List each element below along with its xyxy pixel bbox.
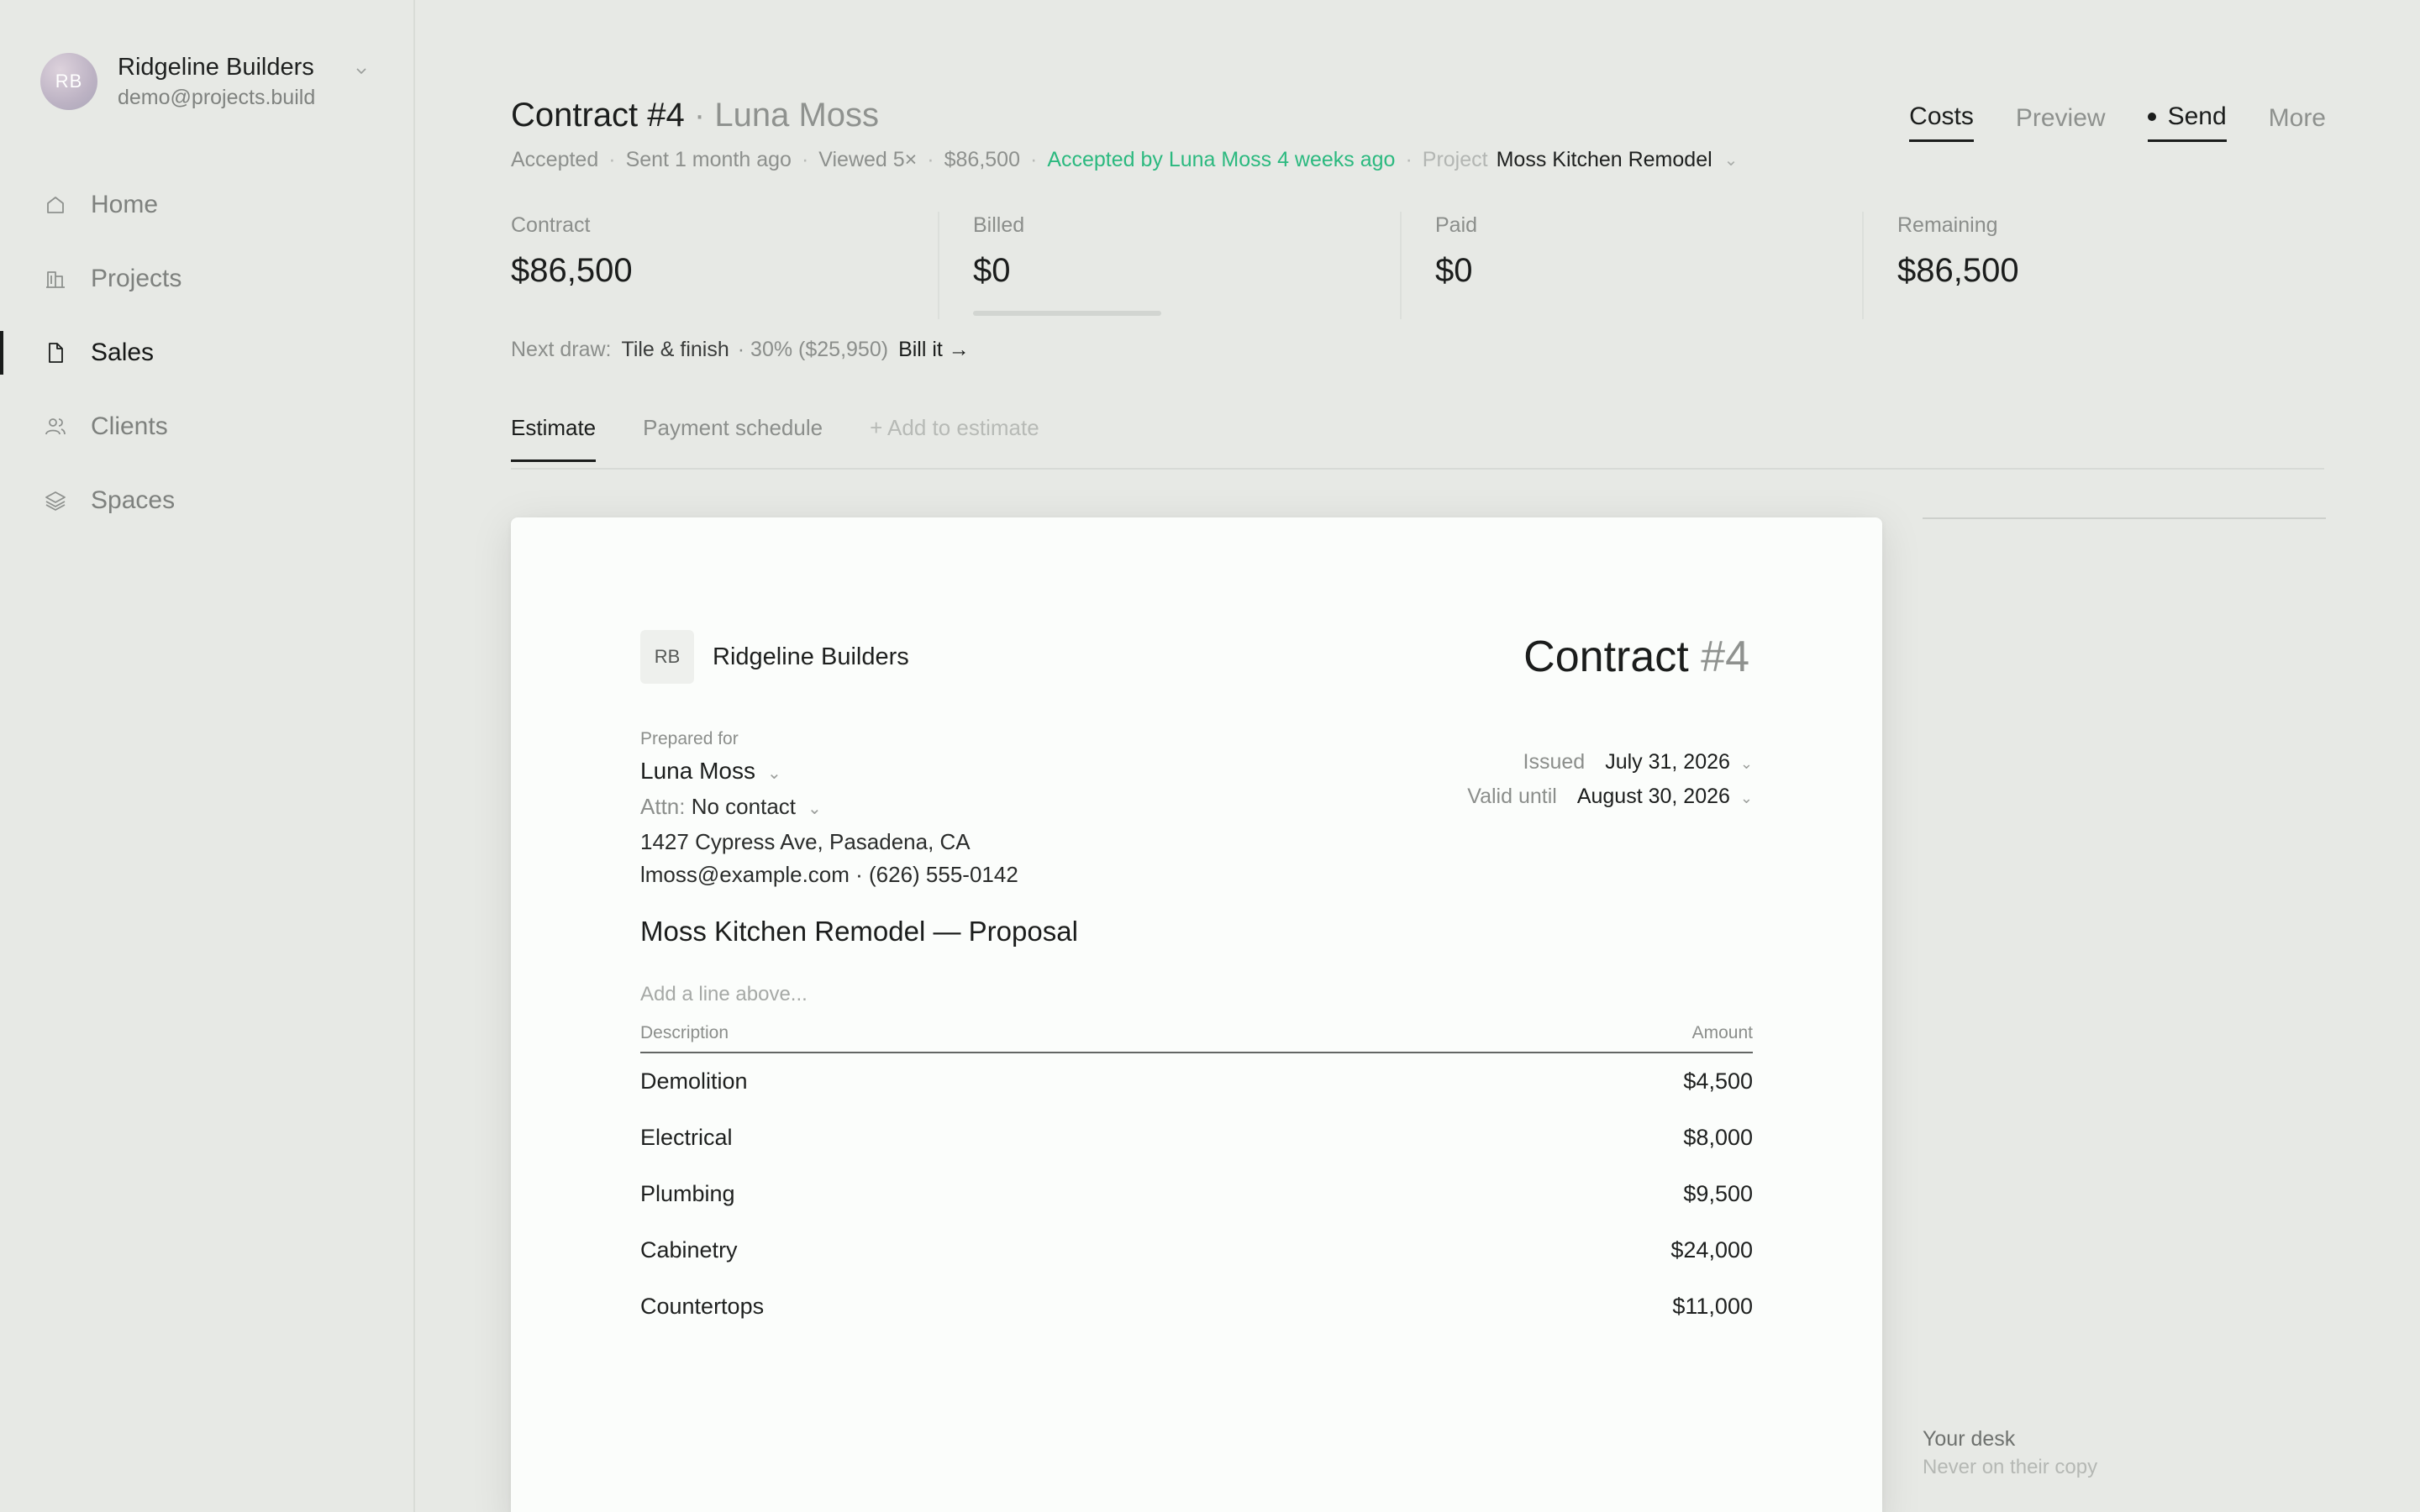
sidebar: RB Ridgeline Builders demo@projects.buil… xyxy=(0,0,415,1512)
more-button[interactable]: More xyxy=(2269,102,2326,142)
stat-remaining: Remaining $86,500 xyxy=(1862,212,2324,319)
company-logo: RB xyxy=(640,630,694,684)
table-row[interactable]: Cabinetry $24,000 xyxy=(640,1222,1753,1278)
sidebar-item-label: Home xyxy=(91,191,159,218)
account-email: demo@projects.build xyxy=(118,86,316,109)
sidebar-item-sales[interactable]: Sales xyxy=(0,316,413,390)
add-to-estimate-button[interactable]: + Add to estimate xyxy=(870,415,1039,462)
sent-info: Sent 1 month ago xyxy=(625,148,792,171)
tabs: Estimate Payment schedule + Add to estim… xyxy=(511,415,1086,462)
status-badge: Accepted xyxy=(511,148,599,171)
line-items-table: Description Amount Demolition $4,500 Ele… xyxy=(640,1023,1753,1335)
your-desk-panel: Your desk Never on their copy xyxy=(1923,1425,2097,1482)
contract-title: Contract #4 xyxy=(511,97,685,134)
sidebar-nav: Home Projects Sales Clients Spaces xyxy=(0,168,413,538)
next-draw-amount: · 30% ($25,950) xyxy=(737,338,889,361)
next-draw-phase: Tile & finish xyxy=(621,338,729,361)
desk-subtitle: Never on their copy xyxy=(1923,1456,2098,1478)
sidebar-item-label: Clients xyxy=(91,412,168,440)
contract-amount: $86,500 xyxy=(944,148,1020,171)
sidebar-item-label: Sales xyxy=(91,339,155,366)
tabs-divider xyxy=(511,468,2324,470)
account-name: Ridgeline Builders xyxy=(118,54,314,81)
attn-selector[interactable]: Attn: No contact ⌄ xyxy=(640,790,1018,826)
send-button[interactable]: Send xyxy=(2147,102,2227,142)
stats-row: Contract $86,500 Billed $0 Paid $0 Remai… xyxy=(511,212,2324,319)
chevron-down-icon: ⌄ xyxy=(766,764,781,783)
home-icon xyxy=(44,193,67,217)
client-address: 1427 Cypress Ave, Pasadena, CA xyxy=(640,829,971,854)
stat-billed: Billed $0 xyxy=(938,212,1400,319)
next-draw: Next draw: Tile & finish · 30% ($25,950)… xyxy=(511,338,970,362)
page-title: Contract #4 · Luna Moss xyxy=(511,94,879,136)
add-line-input[interactable]: Add a line above... xyxy=(640,983,808,1006)
chevron-down-icon: ⌄ xyxy=(1739,755,1753,772)
tab-payment-schedule[interactable]: Payment schedule xyxy=(643,415,823,462)
account-switcher[interactable]: RB Ridgeline Builders demo@projects.buil… xyxy=(40,52,366,111)
sidebar-item-label: Projects xyxy=(91,265,182,292)
company-name: Ridgeline Builders xyxy=(713,643,909,670)
header-actions: Costs Preview Send More xyxy=(1867,102,2326,142)
prepared-for-label: Prepared for xyxy=(640,729,739,748)
table-row[interactable]: Electrical $8,000 xyxy=(640,1110,1753,1166)
table-row[interactable]: Plumbing $9,500 xyxy=(640,1166,1753,1222)
prepared-for: Prepared for Luna Moss ⌄ Attn: No contact… xyxy=(640,727,1018,891)
table-row[interactable]: Countertops $11,000 xyxy=(640,1278,1753,1335)
tab-estimate[interactable]: Estimate xyxy=(511,415,597,462)
status-dot-icon xyxy=(2147,113,2156,121)
proposal-title[interactable]: Moss Kitchen Remodel — Proposal xyxy=(640,916,1078,948)
valid-until-date[interactable]: Valid until August 30, 2026 ⌄ xyxy=(1467,780,1753,815)
sidebar-item-label: Spaces xyxy=(91,486,176,514)
bill-it-link[interactable]: Bill it → xyxy=(898,338,970,362)
client-selector[interactable]: Luna Moss ⌄ xyxy=(640,754,1018,790)
costs-button[interactable]: Costs xyxy=(1909,102,1974,142)
desk-title: Your desk xyxy=(1923,1427,2016,1451)
avatar: RB xyxy=(40,53,97,110)
stat-contract: Contract $86,500 xyxy=(511,213,633,289)
table-header: Description Amount xyxy=(640,1023,1753,1053)
account-info: Ridgeline Builders demo@projects.build xyxy=(118,52,315,111)
client-contact: lmoss@example.com · (626) 555-0142 xyxy=(640,862,1018,887)
billed-progress-bar xyxy=(973,311,1161,316)
chevron-down-icon: ⌄ xyxy=(808,800,822,818)
layers-icon xyxy=(44,489,67,512)
viewed-count: Viewed 5× xyxy=(818,148,918,171)
issued-date[interactable]: Issued July 31, 2026 ⌄ xyxy=(1467,746,1753,780)
main-content: Contract #4 · Luna Moss Accepted · Sent … xyxy=(415,0,2420,1512)
document-icon xyxy=(44,341,67,365)
sidebar-item-clients[interactable]: Clients xyxy=(0,390,413,464)
sidebar-item-spaces[interactable]: Spaces xyxy=(0,464,413,538)
side-panel-divider xyxy=(1923,517,2326,519)
table-row[interactable]: Demolition $4,500 xyxy=(640,1053,1753,1110)
preview-button[interactable]: Preview xyxy=(2016,102,2106,142)
project-label: Project xyxy=(1422,148,1488,171)
chevron-down-icon: ⌄ xyxy=(1739,790,1753,806)
contract-meta: Accepted · Sent 1 month ago · Viewed 5× … xyxy=(511,148,1739,172)
col-description: Description xyxy=(640,1023,729,1042)
stat-paid: Paid $0 xyxy=(1400,212,1862,319)
buildings-icon xyxy=(44,267,67,291)
project-selector[interactable]: Moss Kitchen Remodel xyxy=(1497,148,1712,172)
document-dates: Issued July 31, 2026 ⌄ Valid until August 3… xyxy=(1467,746,1753,815)
next-draw-label: Next draw: xyxy=(511,338,612,361)
contract-document: RB Ridgeline Builders Contract #4 Prepar… xyxy=(511,517,1882,1512)
chevron-down-icon[interactable] xyxy=(353,62,370,83)
document-title: Contract #4 xyxy=(1523,633,1749,681)
accepted-by: Accepted by Luna Moss 4 weeks ago xyxy=(1047,148,1396,171)
people-icon xyxy=(44,415,67,438)
chevron-down-icon[interactable]: ⌄ xyxy=(1724,150,1739,171)
title-separator: · xyxy=(693,97,706,134)
col-amount: Amount xyxy=(1691,1023,1753,1042)
sidebar-item-home[interactable]: Home xyxy=(0,168,413,242)
sidebar-item-projects[interactable]: Projects xyxy=(0,242,413,316)
title-client-name: Luna Moss xyxy=(714,97,880,134)
